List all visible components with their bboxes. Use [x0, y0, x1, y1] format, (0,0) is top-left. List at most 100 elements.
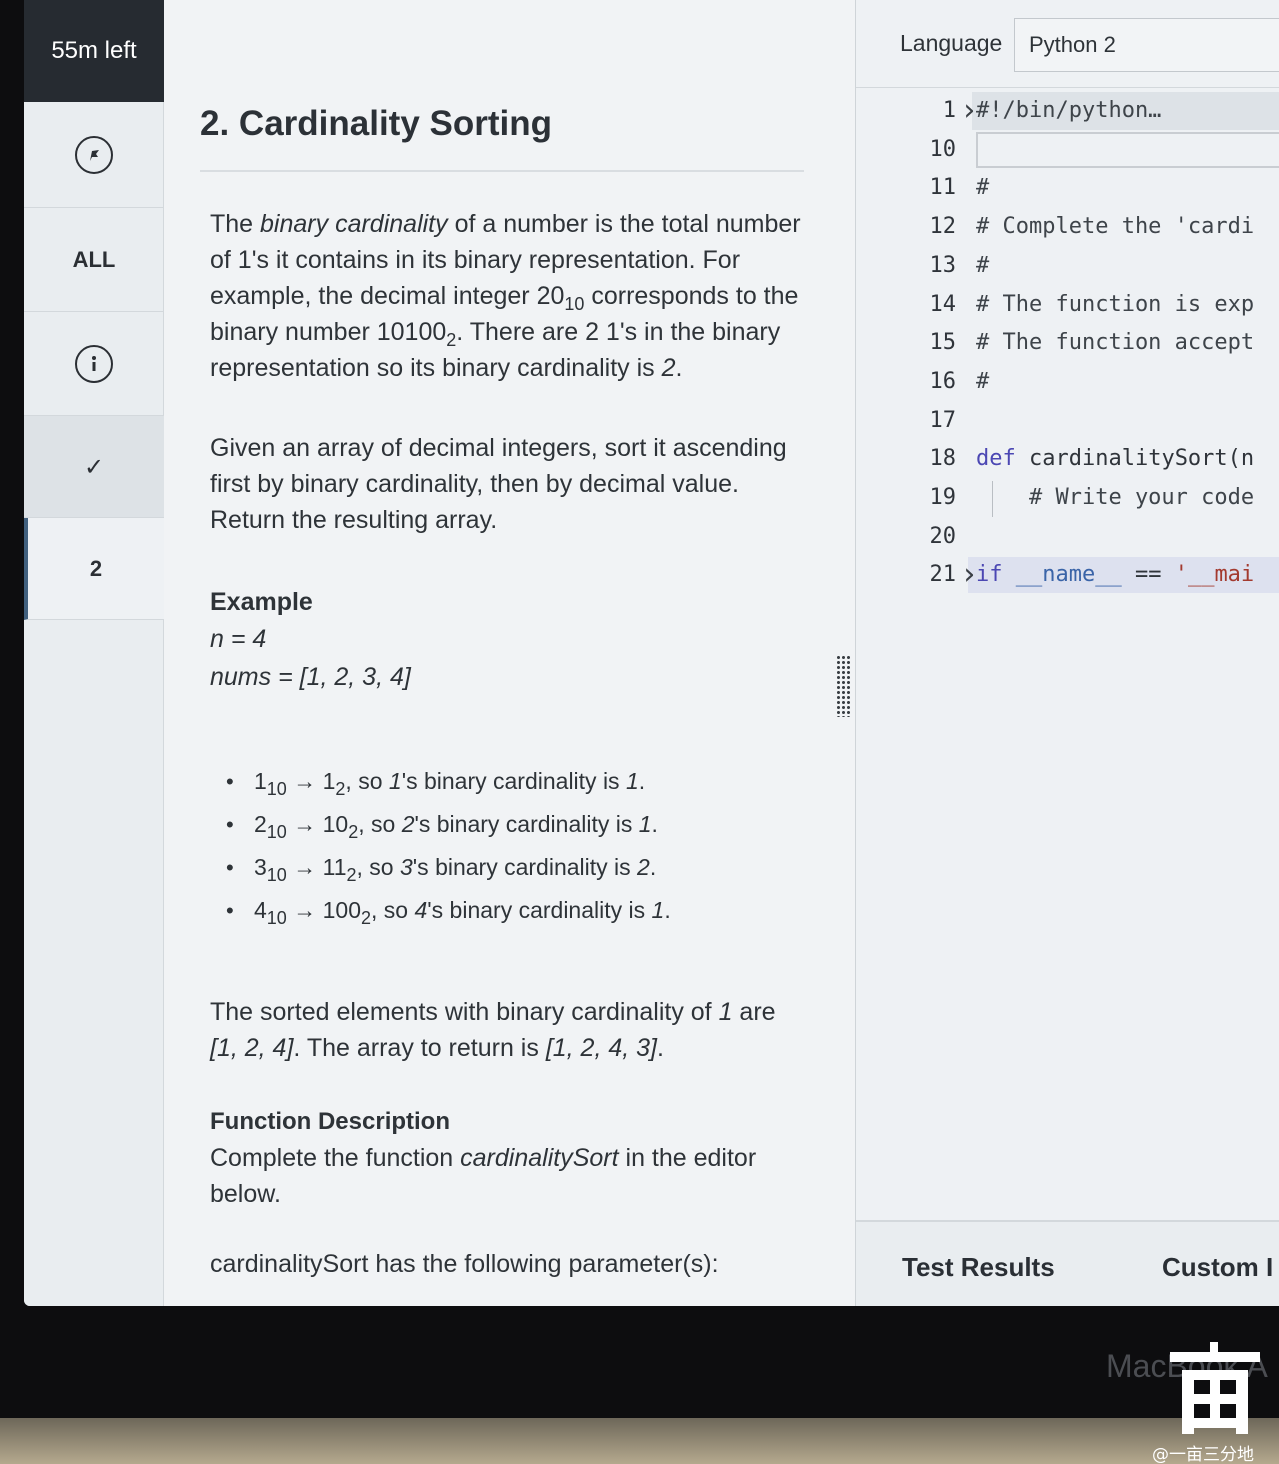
code-line: # Write your code	[976, 485, 1254, 510]
line-number: 15	[929, 330, 957, 356]
code-text: # The function accept	[976, 330, 1255, 356]
watermark-text: @一亩三分地	[1152, 1445, 1254, 1464]
code-line: #	[976, 175, 989, 200]
arrow: →	[286, 854, 323, 880]
question-nav-rail: 55m left ALL ✓ 2	[24, 0, 164, 1306]
panel-resize-handle[interactable]	[836, 655, 850, 717]
function-description-text: Complete the function cardinalitySort in…	[210, 1140, 810, 1212]
text: , so	[371, 897, 415, 923]
text: The	[210, 210, 261, 238]
function-name: cardinalitySort	[460, 1144, 619, 1172]
subscript: 2	[446, 330, 457, 350]
example-bullet: 310 → 112, so 3's binary cardinality is …	[226, 846, 810, 889]
language-select[interactable]: Python 2	[1014, 18, 1279, 72]
binary-value: 10	[322, 811, 349, 837]
line-number: 17	[929, 407, 957, 433]
info-button[interactable]	[24, 312, 164, 416]
time-remaining: 55m left	[24, 0, 164, 102]
line-number: 21	[929, 562, 957, 588]
line-number: 14	[929, 291, 957, 317]
text: The sorted elements with binary cardinal…	[210, 998, 719, 1026]
example-bullet: 210 → 102, so 2's binary cardinality is …	[226, 803, 810, 846]
binary-value: 100	[322, 897, 361, 923]
question-number: 2	[89, 555, 103, 581]
subscript: 2	[360, 908, 371, 928]
laptop-palmrest	[0, 1418, 1279, 1464]
line-number: 16	[929, 368, 957, 394]
decimal-value: 1	[254, 768, 267, 794]
question-1-done-button[interactable]: ✓	[24, 416, 164, 518]
binary-example: 10100	[376, 318, 447, 346]
tab-test-results[interactable]: Test Results	[902, 1252, 1055, 1283]
number: 2	[401, 811, 415, 837]
code-text: # The function is exp	[976, 291, 1255, 317]
example-heading: Example	[210, 588, 313, 616]
code-line: # The function is exp	[976, 292, 1254, 317]
screen: 55m left ALL ✓ 2 2. Cardinality Sorting …	[24, 0, 1279, 1306]
decimal-value: 4	[254, 897, 267, 923]
text: .	[675, 354, 683, 382]
text: are	[732, 998, 776, 1026]
line-number: 13	[929, 252, 957, 278]
code-operator: ==	[1121, 562, 1175, 588]
language-bar: Language Python 2	[856, 0, 1279, 88]
cardinality-value: 1	[718, 998, 733, 1026]
arrow: →	[286, 811, 323, 837]
arrow: →	[286, 897, 323, 923]
flag-icon	[75, 135, 113, 174]
problem-title: 2. Cardinality Sorting	[200, 104, 552, 143]
text: .	[638, 768, 646, 794]
cardinality-value: 1	[651, 897, 665, 923]
decimal-value: 3	[254, 854, 267, 880]
subscript: 2	[335, 779, 346, 799]
cardinality-value: 2	[637, 854, 650, 880]
code-line: # Complete the 'cardi	[976, 214, 1254, 239]
code-text: cardinalitySort(n	[1015, 446, 1255, 472]
language-label: Language	[900, 30, 1003, 56]
text: .	[657, 1034, 664, 1062]
binary-value: 11	[322, 854, 347, 880]
arrow: →	[286, 768, 323, 794]
cardinality-value: 1	[625, 768, 639, 794]
line-number: 10	[929, 136, 957, 162]
task-paragraph: Given an array of decimal integers, sort…	[210, 434, 787, 534]
subscript: 10	[266, 865, 287, 885]
code-text: #	[976, 368, 990, 394]
line-number: 11	[929, 175, 957, 201]
code-editor-panel: Language Python 2 1 › #!/bin/python… 10 11 #1…	[856, 0, 1279, 1306]
decimal-value: 2	[254, 811, 267, 837]
number: 1	[388, 768, 402, 794]
code-line: #	[976, 253, 989, 278]
code-text: #	[976, 175, 990, 201]
text: , so	[345, 768, 389, 794]
watermark-logo	[1170, 1342, 1260, 1434]
tab-custom-input[interactable]: Custom I	[1162, 1252, 1273, 1283]
parameters-intro: cardinalitySort has the following parame…	[210, 1250, 719, 1278]
group-array: [1, 2, 4]	[210, 1034, 294, 1062]
text: Complete the function	[210, 1144, 461, 1172]
text: 's binary cardinality is	[427, 897, 652, 923]
line-number: 18	[929, 446, 957, 472]
subscript: 2	[346, 865, 357, 885]
code-line: #	[976, 369, 989, 394]
line-number: 19	[929, 485, 957, 510]
text: , so	[358, 811, 402, 837]
code-keyword: if	[976, 562, 1003, 588]
decimal-example: 20	[536, 282, 565, 310]
question-2-button[interactable]: 2	[24, 518, 164, 620]
all-questions-button[interactable]: ALL	[24, 208, 164, 312]
text: .	[651, 811, 658, 837]
code-line: # The function accept	[976, 330, 1254, 355]
code-text: #	[976, 252, 990, 278]
code-line: def cardinalitySort(n	[976, 446, 1254, 471]
flag-question-button[interactable]	[24, 102, 164, 208]
sorted-explanation: The sorted elements with binary cardinal…	[210, 994, 810, 1066]
code-text: # Write your code	[976, 485, 1255, 510]
code-keyword: def	[976, 446, 1016, 472]
subscript: 10	[266, 822, 287, 842]
subscript: 10	[564, 294, 585, 314]
time-remaining-label: 55m left	[51, 37, 137, 64]
subscript: 2	[348, 822, 359, 842]
code-text: # Complete the 'cardi	[976, 214, 1255, 240]
line-number: 12	[929, 214, 957, 240]
